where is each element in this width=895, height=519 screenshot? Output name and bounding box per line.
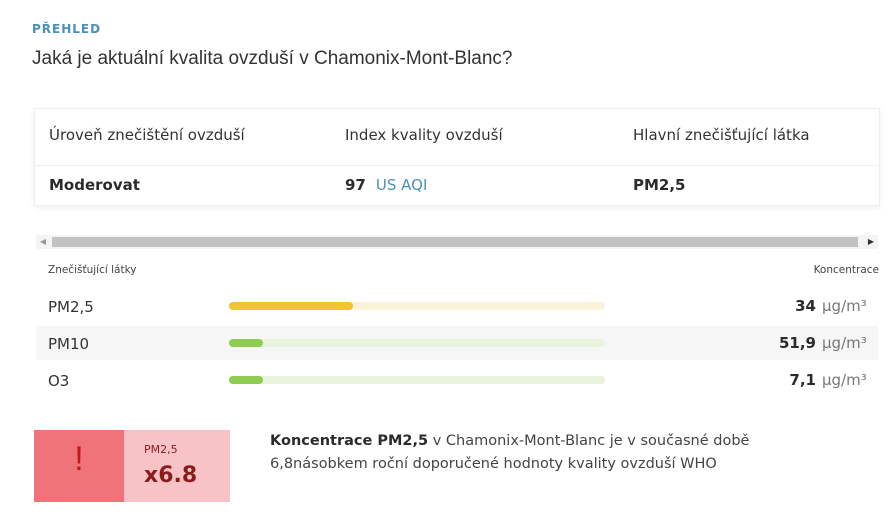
pollutants-header: Znečišťující látky	[48, 264, 137, 276]
main-pollutant-header: Hlavní znečišťující látka	[633, 126, 810, 144]
pollutant-unit: µg/m³	[822, 334, 867, 352]
pollutant-name: PM10	[48, 335, 90, 353]
pollutant-value: 7,1	[789, 371, 816, 389]
concentration-bar	[229, 302, 605, 310]
scroll-right-icon[interactable]: ▶	[864, 235, 878, 249]
pollutant-value: 51,9	[778, 334, 816, 352]
page-question: Jaká je aktuální kvalita ovzduší v Chamo…	[32, 48, 513, 69]
scrollbar-thumb[interactable]	[52, 237, 858, 247]
main-pollutant-value: PM2,5	[633, 176, 686, 194]
pollutant-name: O3	[48, 372, 70, 390]
pollutant-row: PM2,5 34 µg/m³	[36, 289, 878, 323]
alert-description: Koncentrace PM2,5 v Chamonix-Mont-Blanc …	[270, 430, 810, 476]
concentration-bar-fill	[229, 376, 263, 384]
aqi-unit: US AQI	[375, 176, 428, 194]
level-value: Moderovat	[49, 176, 140, 194]
level-column: Úroveň znečištění ovzduší Moderovat	[35, 109, 331, 205]
pollutant-row: O3 7,1 µg/m³	[36, 363, 878, 397]
concentration-bar-fill	[229, 302, 354, 310]
pollutant-column: Hlavní znečišťující látka PM2,5	[619, 109, 879, 205]
concentration-bar	[229, 339, 605, 347]
aqi-value: 97	[345, 176, 366, 194]
scroll-left-icon[interactable]: ◀	[36, 235, 50, 249]
concentration-bar-fill	[229, 339, 263, 347]
alert-icon-panel: !	[34, 430, 124, 502]
alert-multiplier: x6.8	[144, 463, 198, 488]
aqi-header: Index kvality ovzduší	[345, 126, 503, 144]
summary-card: Úroveň znečištění ovzduší Moderovat Inde…	[34, 108, 880, 206]
pollutant-name: PM2,5	[48, 298, 94, 316]
aqi-value-wrap: 97 US AQI	[345, 176, 427, 194]
pollutant-value: 34	[795, 297, 816, 315]
level-header: Úroveň znečištění ovzduší	[49, 126, 245, 144]
alert-pollutant-label: PM2,5	[144, 443, 178, 456]
who-alert-box: ! PM2,5 x6.8	[34, 430, 230, 502]
pollutant-unit: µg/m³	[822, 297, 867, 315]
concentration-header: Koncentrace	[813, 264, 879, 276]
exclamation-icon: !	[74, 440, 84, 478]
horizontal-scrollbar[interactable]: ◀ ▶	[36, 235, 878, 249]
pollutant-row: PM10 51,9 µg/m³	[36, 326, 878, 360]
concentration-bar	[229, 376, 605, 384]
pollutant-unit: µg/m³	[822, 371, 867, 389]
alert-text-bold: Koncentrace PM2,5	[270, 433, 429, 449]
section-label: PŘEHLED	[32, 22, 102, 36]
alert-value-panel: PM2,5 x6.8	[124, 430, 230, 502]
aqi-column: Index kvality ovzduší 97 US AQI	[331, 109, 619, 205]
